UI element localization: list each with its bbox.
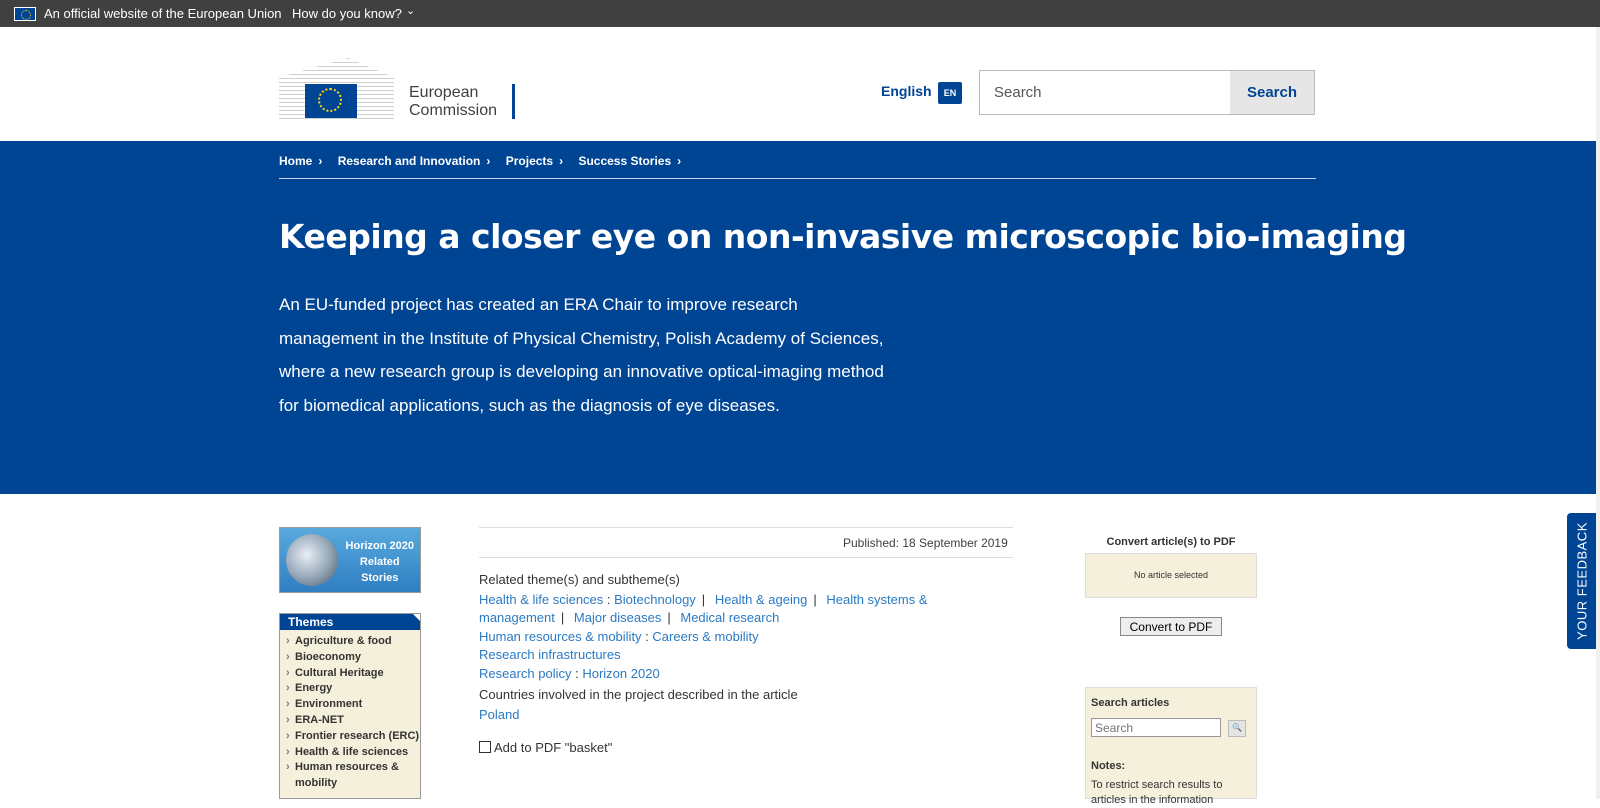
page-header-banner: Home › Research and Innovation › Projects ›… (0, 141, 1596, 494)
themes-panel: Themes Agriculture & food Bioeconomy Cul… (279, 613, 421, 799)
country-link-poland[interactable]: Poland (479, 707, 519, 722)
chevron-right-icon: › (486, 154, 491, 168)
banner-line-1: Horizon 2020 (345, 540, 414, 552)
notes-text: To restrict search results to articles i… (1091, 779, 1223, 806)
divider (479, 557, 1013, 558)
eu-official-bar: An official website of the European Unio… (0, 0, 1600, 27)
theme-link-biotechnology[interactable]: Biotechnology (614, 592, 696, 607)
theme-link-health-ageing[interactable]: Health & ageing (715, 592, 808, 607)
related-row-infrastructures: Research infrastructures (479, 646, 959, 664)
european-commission-logo[interactable]: European Commission (279, 58, 519, 122)
banner-line-2: Related (359, 556, 400, 568)
theme-item[interactable]: Cultural Heritage (286, 666, 420, 682)
breadcrumb-research-and-innovation[interactable]: Research and Innovation (338, 154, 481, 168)
logo-line-1: European (409, 84, 479, 101)
language-selector[interactable]: English (881, 83, 932, 99)
page-title: Keeping a closer eye on non-invasive mic… (279, 217, 1407, 256)
official-site-text: An official website of the European Unio… (44, 6, 282, 21)
pdf-selection-status: No article selected (1085, 553, 1257, 598)
convert-to-pdf-button[interactable]: Convert to PDF (1120, 617, 1222, 636)
related-row-hr: Human resources & mobility : Careers & m… (479, 628, 759, 644)
theme-link-health[interactable]: Health & life sciences (479, 592, 603, 607)
search-go-icon[interactable]: 🔍 (1228, 720, 1246, 737)
horizon-2020-banner-text: Horizon 2020 Related Stories (346, 538, 414, 586)
theme-link-careers[interactable]: Careers & mobility (652, 629, 758, 644)
chevron-down-icon[interactable]: ⌄ (406, 4, 415, 17)
chevron-right-icon: › (559, 154, 564, 168)
article-intro: An EU-funded project has created an ERA … (279, 295, 884, 415)
convert-pdf-heading: Convert article(s) to PDF (1106, 536, 1236, 548)
breadcrumb-home[interactable]: Home (279, 154, 312, 168)
search-input[interactable] (980, 71, 1230, 114)
add-to-pdf-basket[interactable]: Add to PDF "basket" (479, 740, 612, 755)
theme-link-research-infrastructures[interactable]: Research infrastructures (479, 647, 621, 662)
theme-item[interactable]: Environment (286, 697, 420, 713)
search-articles-input[interactable] (1091, 718, 1221, 737)
countries-heading: Countries involved in the project descri… (479, 687, 798, 702)
themes-title: Themes (280, 614, 420, 630)
notes-label: Notes: (1091, 760, 1126, 772)
related-themes-list: Health & life sciences : Biotechnology | … (479, 591, 959, 683)
theme-item[interactable]: Human resources & mobility (286, 760, 420, 792)
breadcrumb-projects[interactable]: Projects (506, 154, 553, 168)
theme-item[interactable]: Frontier research (ERC) (286, 729, 420, 745)
divider (479, 527, 1013, 528)
feedback-tab[interactable]: YOUR FEEDBACK (1567, 513, 1596, 649)
chevron-right-icon: › (318, 154, 323, 168)
theme-link-major-diseases[interactable]: Major diseases (574, 610, 661, 625)
related-row-health: Health & life sciences : Biotechnology | … (479, 592, 928, 626)
chevron-right-icon: › (677, 154, 682, 168)
theme-item[interactable]: Health & life sciences (286, 745, 420, 761)
how-do-you-know-link[interactable]: How do you know? (292, 6, 402, 21)
theme-item[interactable]: ERA-NET (286, 713, 420, 729)
search-articles-heading: Search articles (1091, 697, 1170, 709)
breadcrumb-success-stories[interactable]: Success Stories (578, 154, 671, 168)
eu-flag-logo-icon (305, 84, 357, 118)
related-themes-heading: Related theme(s) and subtheme(s) (479, 572, 680, 587)
related-row-policy: Research policy : Horizon 2020 (479, 665, 660, 681)
theme-link-medical-research[interactable]: Medical research (680, 610, 779, 625)
eu-flag-icon (14, 7, 36, 21)
theme-item[interactable]: Energy (286, 681, 420, 697)
scrollbar[interactable] (1596, 27, 1600, 799)
theme-link-horizon-2020[interactable]: Horizon 2020 (582, 666, 659, 681)
theme-item[interactable]: Agriculture & food (286, 634, 420, 650)
theme-link-research-policy[interactable]: Research policy (479, 666, 572, 681)
logo-line-2: Commission (409, 102, 498, 119)
feedback-label: YOUR FEEDBACK (1574, 522, 1589, 640)
themes-list: Agriculture & food Bioeconomy Cultural H… (280, 634, 420, 792)
theme-link-human-resources[interactable]: Human resources & mobility (479, 629, 642, 644)
site-search: Search (979, 70, 1315, 115)
logo-rule (512, 84, 515, 119)
search-articles-panel: Search articles 🔍 Notes: To restrict sea… (1085, 687, 1257, 806)
search-button[interactable]: Search (1230, 71, 1314, 114)
logo-text: European Commission (409, 84, 497, 120)
banner-line-3: Stories (361, 572, 399, 584)
horizon-2020-banner[interactable]: Horizon 2020 Related Stories (279, 527, 421, 593)
add-to-pdf-label: Add to PDF "basket" (494, 740, 613, 755)
theme-item[interactable]: Bioeconomy (286, 650, 420, 666)
add-to-pdf-checkbox[interactable] (479, 741, 491, 753)
breadcrumb-divider (279, 178, 1316, 179)
published-date: Published: 18 September 2019 (843, 536, 1008, 550)
language-code-icon[interactable]: EN (938, 82, 962, 104)
breadcrumb: Home › Research and Innovation › Projects ›… (279, 154, 693, 168)
globe-icon (286, 534, 338, 586)
